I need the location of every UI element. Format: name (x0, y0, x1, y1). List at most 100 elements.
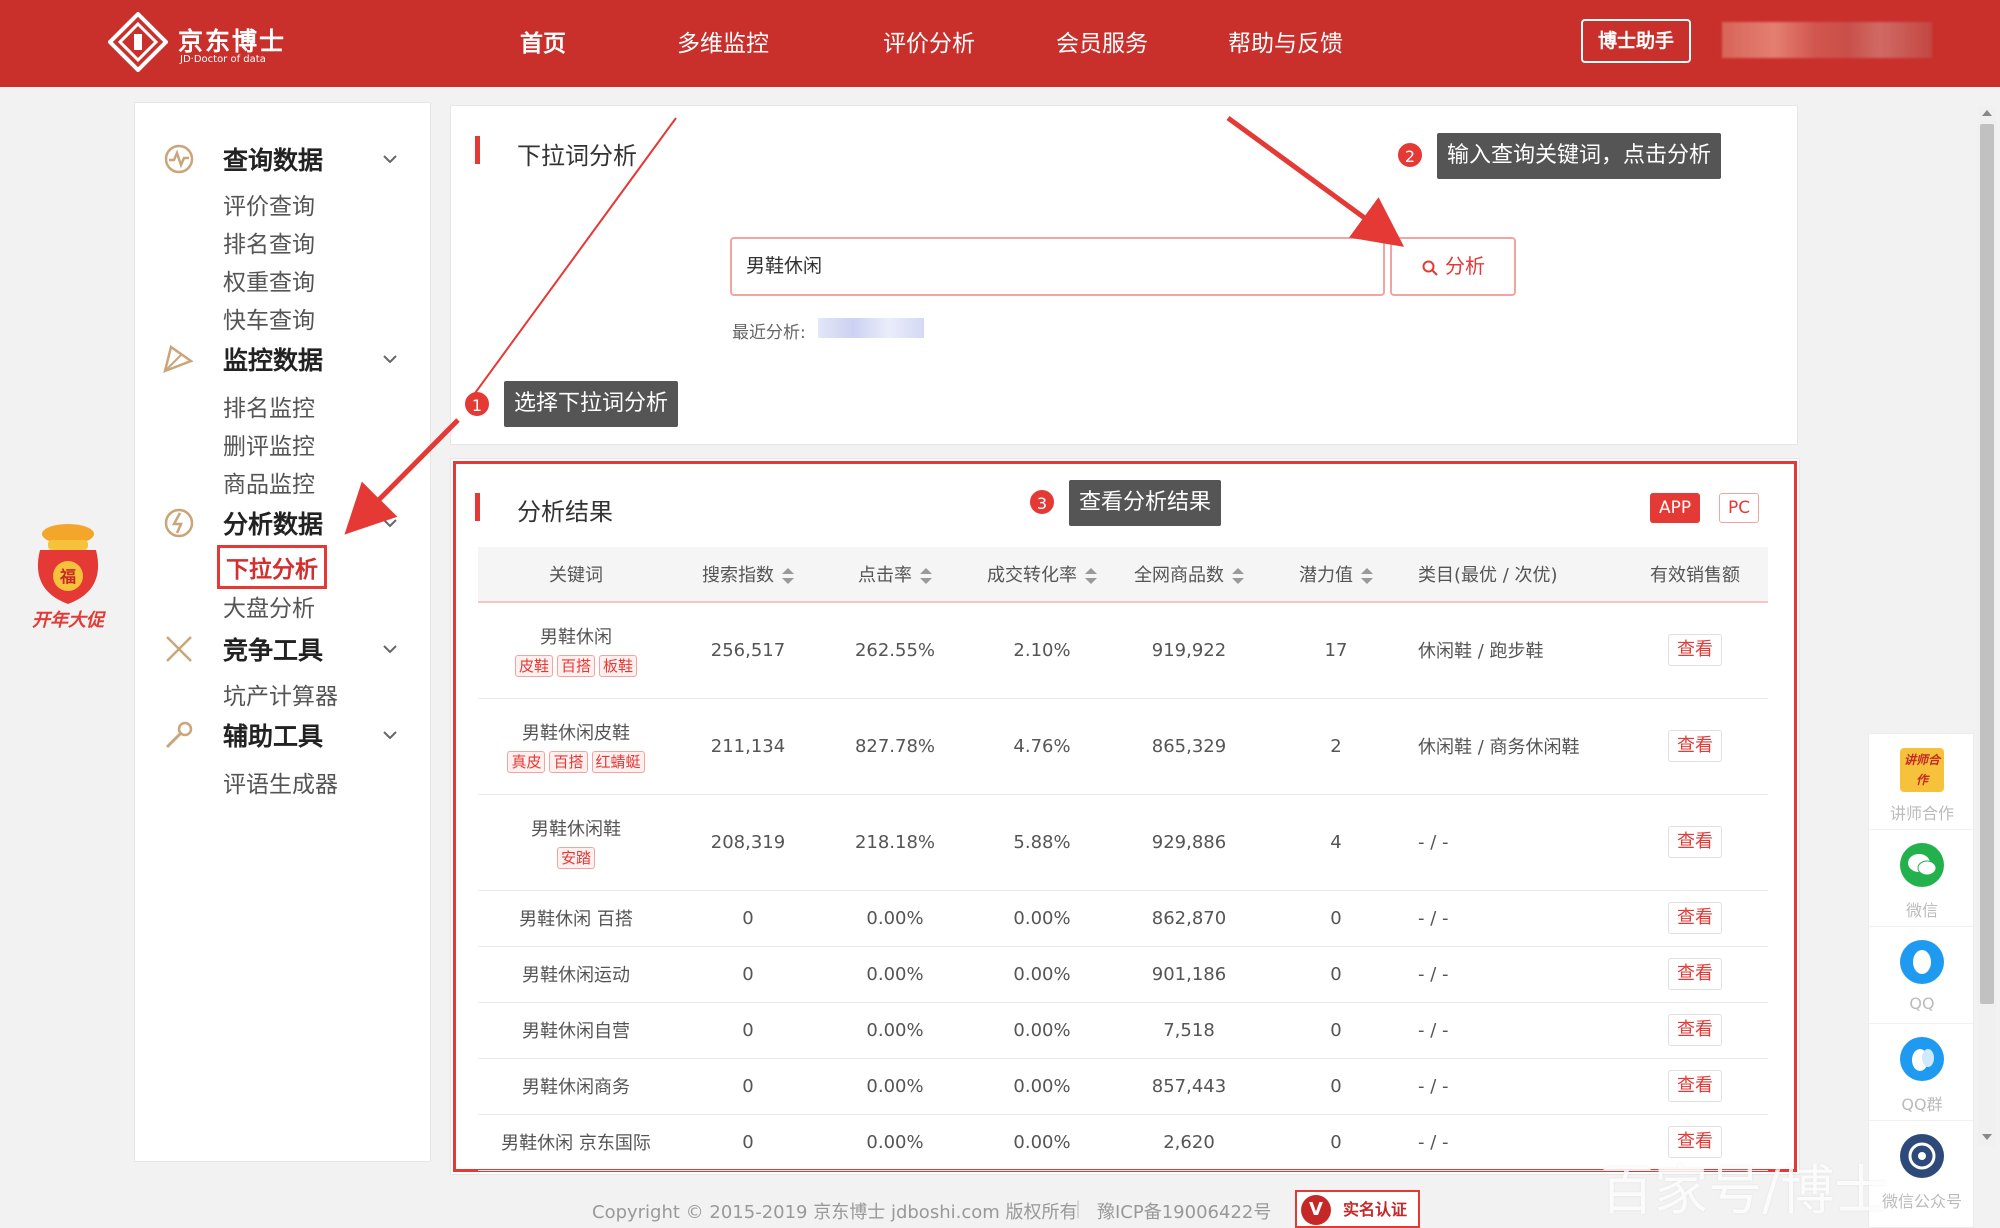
keyword-text[interactable]: 男鞋休闲 百搭 (478, 905, 674, 931)
sort-icon[interactable] (1361, 568, 1373, 584)
keyword-search-input[interactable]: 男鞋休闲 (730, 237, 1385, 296)
sort-icon[interactable] (1232, 568, 1244, 584)
sidebar-item-product-monitor[interactable]: 商品监控 (223, 465, 315, 499)
sidebar-item-review-query[interactable]: 评价查询 (223, 187, 315, 221)
keyword-tag[interactable]: 百搭 (556, 655, 595, 678)
cell-ctr: 0.00% (822, 890, 968, 947)
cell-keyword: 男鞋休闲鞋 安踏 (478, 794, 674, 891)
chevron-down-icon[interactable] (381, 643, 399, 655)
view-button[interactable]: 查看 (1668, 634, 1722, 667)
nav-home[interactable]: 首页 (520, 24, 566, 58)
keyword-tag[interactable]: 红蜻蜓 (591, 751, 645, 773)
cell-ctr: 262.55% (822, 602, 968, 699)
analyze-button[interactable]: 分析 (1390, 237, 1516, 296)
float-qq[interactable]: QQ (1869, 928, 1975, 1024)
callout-1: 选择下拉词分析 (504, 381, 679, 427)
sidebar-group-monitor[interactable]: 监控数据 (223, 341, 323, 377)
sidebar-group-analysis[interactable]: 分析数据 (223, 505, 323, 541)
keyword-tag[interactable]: 百搭 (549, 751, 588, 773)
col-cvr[interactable]: 成交转化率 (968, 547, 1116, 603)
tab-pc[interactable]: PC (1719, 493, 1760, 523)
sidebar-item-weight-query[interactable]: 权重查询 (223, 263, 315, 297)
user-account-blurred[interactable] (1722, 22, 1932, 58)
keyword-tag[interactable]: 板鞋 (599, 655, 638, 678)
sidebar-item-delete-review-monitor[interactable]: 删评监控 (223, 427, 315, 461)
assistant-button[interactable]: 博士助手 (1581, 19, 1691, 63)
nav-multi-monitor[interactable]: 多维监控 (677, 24, 769, 58)
keyword-text[interactable]: 男鞋休闲自营 (478, 1017, 674, 1043)
view-button[interactable]: 查看 (1668, 958, 1722, 990)
chevron-down-icon[interactable] (381, 153, 399, 165)
footer-icp-link[interactable]: 豫ICP备19006422号 (1097, 1198, 1271, 1224)
keyword-tag[interactable]: 皮鞋 (514, 655, 553, 678)
view-button[interactable]: 查看 (1668, 1014, 1722, 1046)
float-wechat[interactable]: 微信 (1869, 831, 1975, 927)
keyword-tag[interactable]: 真皮 (507, 751, 546, 773)
keyword-text[interactable]: 男鞋休闲 (478, 623, 674, 649)
sidebar-item-rank-query[interactable]: 排名查询 (223, 225, 315, 259)
tab-app[interactable]: APP (1650, 493, 1701, 523)
logo-mark-icon (108, 12, 168, 72)
keyword-tag[interactable]: 安踏 (556, 847, 595, 869)
sidebar-item-dropdown-analysis[interactable]: 下拉分析 (217, 545, 327, 589)
sidebar-item-review-generator[interactable]: 评语生成器 (223, 765, 338, 799)
table-row: 男鞋休闲鞋 安踏 208,319 218.18% 5.88% 929,886 4- / -查… (478, 794, 1768, 891)
view-button[interactable]: 查看 (1668, 826, 1722, 858)
cell-ctr: 827.78% (822, 698, 968, 795)
float-lecturer[interactable]: 讲师合作 讲师合作 (1869, 734, 1975, 830)
sort-icon[interactable] (920, 568, 932, 584)
cell-sales: 查看 (1622, 794, 1768, 891)
sidebar-group-query[interactable]: 查询数据 (223, 141, 323, 177)
cell-category: - / - (1410, 946, 1622, 1003)
scroll-down-arrow-icon[interactable] (1982, 1134, 1992, 1140)
view-button[interactable]: 查看 (1668, 902, 1722, 934)
cell-keyword: 男鞋休闲 京东国际 (478, 1114, 674, 1171)
cell-potential: 4 (1262, 794, 1410, 891)
chart-query-icon (164, 144, 194, 174)
cell-products: 901,186 (1116, 946, 1262, 1003)
logo[interactable]: 京东博士 JD·Doctor of data (108, 12, 288, 76)
cell-ctr: 218.18% (822, 794, 968, 891)
promo-lucky-bag[interactable]: 福 开年大促 (26, 520, 110, 631)
logo-title: 京东博士 (178, 27, 287, 56)
chevron-down-icon[interactable] (381, 353, 399, 365)
keyword-text[interactable]: 男鞋休闲运动 (478, 961, 674, 987)
chevron-down-icon[interactable] (381, 729, 399, 741)
scroll-thumb[interactable] (1980, 124, 1994, 1004)
lucky-bag-icon: 福 (37, 524, 99, 604)
cell-sales: 查看 (1622, 890, 1768, 947)
keyword-tags: 安踏 (478, 847, 674, 869)
view-button[interactable]: 查看 (1668, 730, 1722, 762)
keyword-text[interactable]: 男鞋休闲鞋 (478, 815, 674, 841)
scroll-up-arrow-icon[interactable] (1982, 110, 1992, 116)
sidebar-item-rank-monitor[interactable]: 排名监控 (223, 389, 315, 423)
real-name-auth-badge[interactable]: V 实名认证 (1295, 1190, 1420, 1228)
sidebar-item-market-analysis[interactable]: 大盘分析 (223, 589, 315, 623)
sort-icon[interactable] (1085, 568, 1097, 584)
cell-potential: 17 (1262, 602, 1410, 699)
cell-cvr: 0.00% (968, 946, 1116, 1003)
sidebar-group-assist[interactable]: 辅助工具 (223, 717, 323, 753)
keyword-text[interactable]: 男鞋休闲皮鞋 (478, 719, 674, 745)
col-ctr[interactable]: 点击率 (822, 547, 968, 603)
nav-review-analysis[interactable]: 评价分析 (883, 24, 975, 58)
callout-3: 查看分析结果 (1069, 480, 1222, 526)
view-button[interactable]: 查看 (1668, 1070, 1722, 1102)
nav-help-feedback[interactable]: 帮助与反馈 (1228, 24, 1343, 58)
chevron-down-icon[interactable] (381, 517, 399, 529)
table-row: 男鞋休闲 皮鞋 百搭 板鞋 256,517 262.55% 2.10% 919,922 17 休闲… (478, 602, 1768, 699)
sidebar: 查询数据 评价查询 排名查询 权重查询 快车查询 监控数据 排名监控 删评监控 … (134, 102, 431, 1162)
sort-icon[interactable] (782, 568, 794, 584)
col-search-index[interactable]: 搜索指数 (674, 547, 822, 603)
col-products[interactable]: 全网商品数 (1116, 547, 1262, 603)
sidebar-item-express-query[interactable]: 快车查询 (223, 301, 315, 335)
nav-member-service[interactable]: 会员服务 (1056, 24, 1148, 58)
recent-analysis-blurred[interactable] (818, 318, 924, 338)
float-qq-group[interactable]: QQ群 (1869, 1025, 1975, 1121)
keyword-text[interactable]: 男鞋休闲 京东国际 (478, 1129, 674, 1155)
sidebar-group-compete[interactable]: 竞争工具 (223, 631, 323, 667)
col-potential[interactable]: 潜力值 (1262, 547, 1410, 603)
page-scrollbar[interactable] (1978, 106, 1996, 1146)
keyword-text[interactable]: 男鞋休闲商务 (478, 1073, 674, 1099)
sidebar-item-pit-calculator[interactable]: 坑产计算器 (223, 677, 338, 711)
